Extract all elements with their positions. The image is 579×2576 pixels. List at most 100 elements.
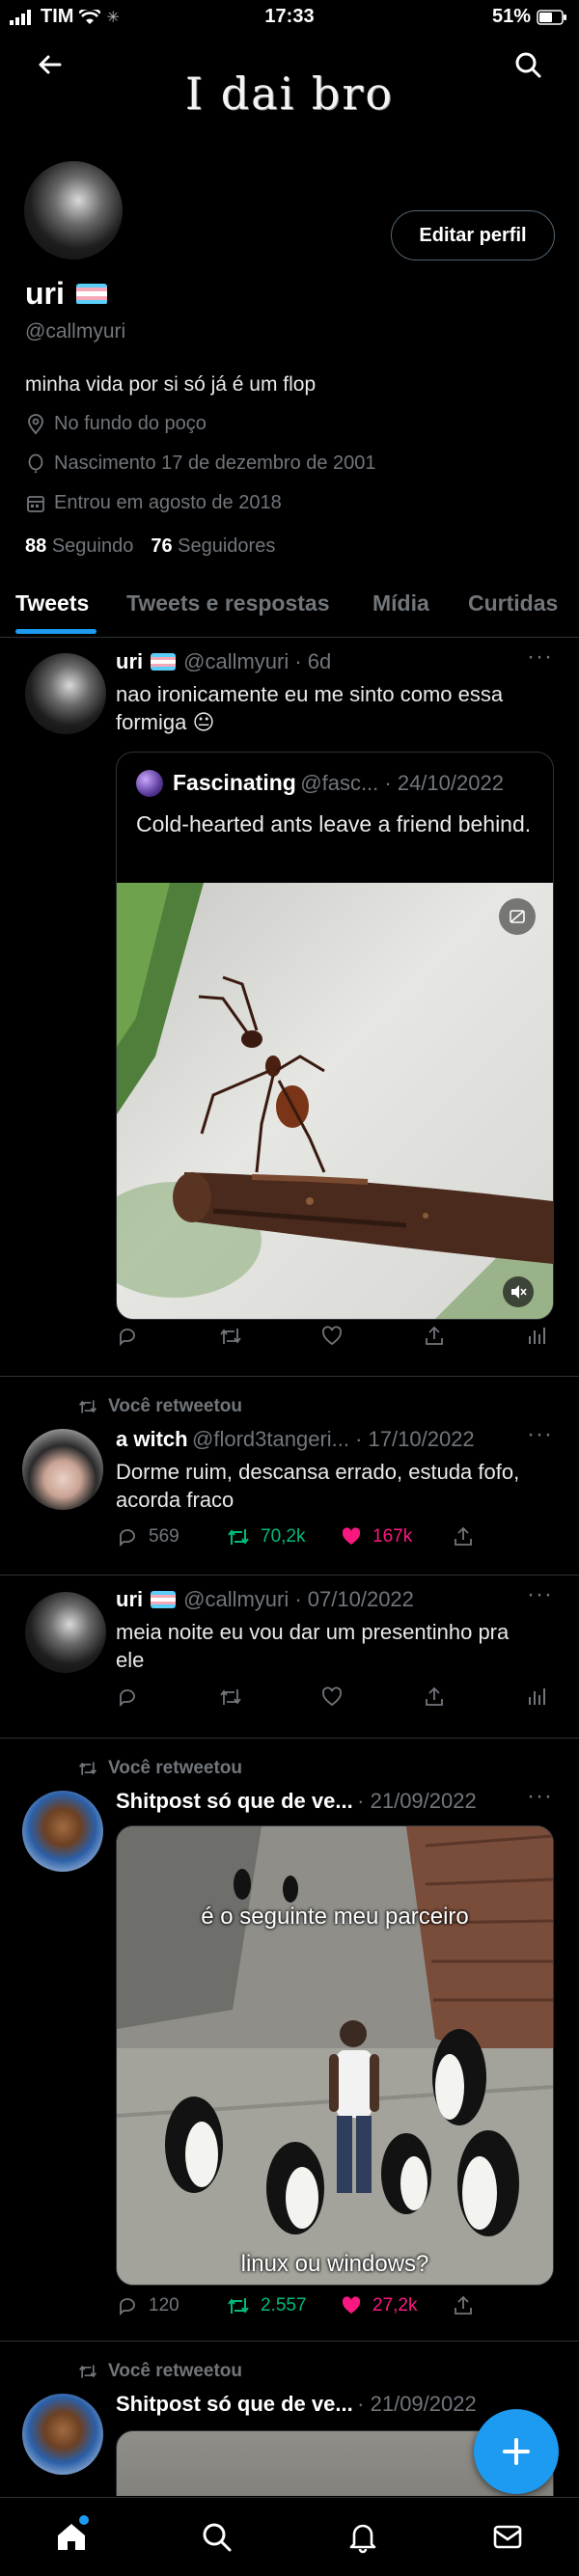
share-icon[interactable]	[452, 2294, 475, 2317]
tweet-author-name[interactable]: uri	[116, 1587, 143, 1612]
tweet-handle-time: @callmyuri · 07/10/2022	[183, 1587, 414, 1611]
tweet-card[interactable]: uri @callmyuri · 07/10/2022 ··· meia noi…	[0, 1576, 579, 1738]
quoted-video[interactable]	[116, 883, 554, 1320]
birth-text: Nascimento 17 de dezembro de 2001	[54, 452, 376, 474]
profile-name: uri	[25, 276, 65, 311]
like-action[interactable]: 27,2k	[340, 2294, 417, 2317]
quoted-text: Cold-hearted ants leave a friend behind.	[136, 811, 532, 836]
profile-tabs: Tweets Tweets e respostas Mídia Curtidas	[0, 569, 579, 638]
retweet-context-label: Você retweetou	[108, 2361, 243, 2381]
tweet-author-name[interactable]: a witch	[116, 1427, 188, 1451]
bottom-navigation	[0, 2497, 579, 2576]
following-label: Seguindo	[51, 535, 134, 557]
retweet-icon[interactable]	[218, 1325, 243, 1348]
retweet-icon[interactable]	[218, 1685, 243, 1709]
joined-text: Entrou em agosto de 2018	[54, 492, 282, 513]
liked-heart-icon	[342, 2296, 361, 2314]
tweet-image[interactable]: é o seguinte meu parceiro linux ou windo…	[116, 1825, 554, 2286]
reply-count: 569	[149, 1526, 179, 1547]
reply-count: 120	[149, 2295, 179, 2316]
mute-icon[interactable]	[503, 1276, 534, 1307]
liked-heart-icon	[342, 1527, 361, 1545]
share-icon[interactable]	[423, 1325, 446, 1348]
tab-tweets-replies[interactable]: Tweets e respostas	[126, 590, 330, 617]
profile-avatar[interactable]	[21, 158, 125, 262]
more-options-icon[interactable]: ···	[527, 1581, 553, 1608]
reply-action[interactable]: 569	[116, 1525, 179, 1548]
tweet-card[interactable]: Você retweetou a witch @flord3tangeri...…	[0, 1377, 579, 1575]
more-options-icon[interactable]: ···	[527, 1421, 553, 1448]
tweet-author-name[interactable]: uri	[116, 649, 143, 674]
like-action[interactable]: 167k	[340, 1525, 412, 1548]
tweet-actions: 120 2.557 27,2k	[116, 2294, 552, 2323]
notifications-bell-icon[interactable]	[345, 2519, 380, 2554]
reply-action[interactable]: 120	[116, 2294, 179, 2317]
trans-flag-icon	[151, 653, 177, 671]
followers-link[interactable]: 76 Seguidores	[151, 535, 275, 558]
tweet-header: uri @callmyuri · 6d	[116, 649, 331, 674]
quoted-header: Fascinating @fasc... · 24/10/2022	[173, 770, 504, 796]
share-icon[interactable]	[423, 1685, 446, 1709]
like-icon[interactable]	[320, 1325, 344, 1348]
home-icon[interactable]	[54, 2515, 89, 2554]
following-link[interactable]: 88 Seguindo	[25, 535, 133, 558]
reply-icon[interactable]	[116, 1685, 139, 1709]
ant-image	[117, 883, 553, 1319]
tweet-author-avatar[interactable]	[22, 650, 109, 737]
quoted-avatar	[136, 770, 163, 797]
profile-handle: @callmyuri	[25, 320, 126, 343]
tweet-author-avatar[interactable]	[22, 1791, 103, 1872]
location-pin-icon	[25, 413, 46, 435]
follow-stats: 88 Seguindo 76 Seguidores	[25, 535, 275, 558]
more-options-icon[interactable]: ···	[527, 1783, 553, 1810]
tweet-text: Dorme ruim, descansa errado, estuda fofo…	[116, 1460, 520, 1512]
retweet-small-icon	[77, 2362, 98, 2381]
tweet-author-name[interactable]: Shitpost só que de ve...	[116, 1789, 353, 1813]
tab-media[interactable]: Mídia	[372, 590, 429, 617]
compose-tweet-button[interactable]	[474, 2409, 559, 2494]
tweet-author-avatar[interactable]	[22, 2394, 103, 2475]
like-icon[interactable]	[320, 1685, 344, 1709]
banner-text: I dai bro	[184, 68, 395, 120]
battery-percent: 51%	[491, 6, 531, 27]
tweet-author-avatar[interactable]	[22, 1429, 103, 1510]
edit-profile-button[interactable]: Editar perfil	[391, 210, 555, 260]
tweet-author-name[interactable]: Shitpost só que de ve...	[116, 2392, 353, 2416]
messages-envelope-icon[interactable]	[490, 2519, 525, 2554]
retweet-count: 70,2k	[261, 1526, 306, 1547]
more-options-icon[interactable]: ···	[527, 644, 553, 671]
analytics-icon[interactable]	[525, 1325, 548, 1348]
balloon-icon	[25, 453, 46, 475]
tab-tweets[interactable]: Tweets	[15, 590, 89, 617]
like-count: 167k	[372, 1526, 413, 1547]
tab-likes[interactable]: Curtidas	[468, 590, 558, 617]
reply-icon[interactable]	[116, 1325, 139, 1348]
tweet-author-avatar[interactable]	[22, 1589, 109, 1676]
tweet-actions	[116, 1325, 552, 1354]
tweet-actions	[116, 1685, 552, 1714]
search-button[interactable]	[505, 41, 551, 88]
explore-search-icon[interactable]	[199, 2519, 234, 2554]
tweet-handle-time: @flord3tangeri... · 17/10/2022	[192, 1427, 475, 1451]
retweet-small-icon	[77, 1397, 98, 1416]
analytics-icon[interactable]	[525, 1685, 548, 1709]
gif-toggle-icon[interactable]	[499, 898, 536, 935]
followers-count: 76	[151, 535, 173, 557]
profile-bio: minha vida por si só já é um flop	[25, 373, 317, 396]
quoted-author-name: Fascinating	[173, 770, 296, 795]
retweet-action[interactable]: 70,2k	[226, 1525, 305, 1548]
tweet-header: Shitpost só que de ve... · 21/09/2022	[116, 2392, 477, 2417]
retweet-icon	[228, 2298, 249, 2314]
notification-dot	[79, 2515, 89, 2525]
retweet-icon	[228, 1529, 249, 1545]
like-count: 27,2k	[372, 2295, 418, 2316]
tweet-card[interactable]: Você retweetou Shitpost só que de ve... …	[0, 1739, 579, 2337]
profile-joined: Entrou em agosto de 2018	[25, 492, 282, 514]
share-icon[interactable]	[452, 1525, 475, 1548]
retweet-action[interactable]: 2.557	[226, 2294, 307, 2317]
profile-birth: Nascimento 17 de dezembro de 2001	[25, 452, 376, 475]
tweet-card[interactable]: uri @callmyuri · 6d ··· nao ironicamente…	[0, 638, 579, 1347]
status-bar: TIM ✳ 17:33 51%	[0, 0, 579, 35]
meme-top-caption: é o seguinte meu parceiro	[201, 1904, 469, 1930]
reply-icon	[120, 1529, 135, 1548]
